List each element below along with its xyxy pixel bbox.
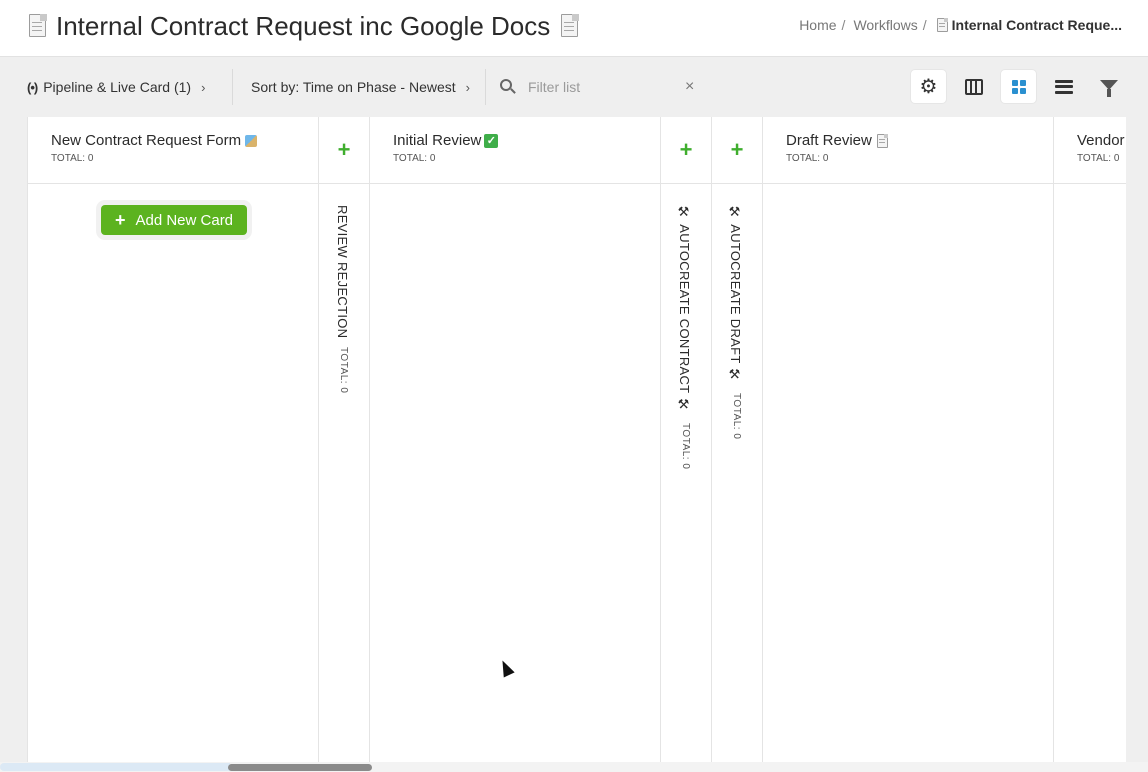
gear-icon: ⚙ (919, 75, 938, 98)
column-header: New Contract Request Form TOTAL: 0 (28, 117, 318, 184)
collapsed-column-title: REVIEW REJECTION (335, 205, 350, 339)
column-title-text: Initial Review (393, 132, 482, 149)
chevron-right-icon: › (201, 79, 206, 95)
tools-icon: ⚒ (677, 397, 692, 413)
column-total: TOTAL: 0 (393, 153, 436, 164)
collapsed-column-title-text: AUTOCREATE CONTRACT (677, 224, 692, 394)
column-total: TOTAL: 0 (51, 153, 94, 164)
breadcrumb: Home / Workflows / Internal Contract Req… (799, 17, 1122, 33)
kanban-board: New Contract Request Form TOTAL: 0 + Add… (0, 117, 1148, 772)
document-icon (26, 13, 48, 39)
add-phase-button[interactable]: + (319, 117, 369, 184)
document-icon (558, 13, 580, 39)
add-phase-button[interactable]: + (712, 117, 762, 184)
column-total: TOTAL: 0 (731, 393, 742, 440)
column-header: Vendor TOTAL: 0 (1054, 117, 1126, 184)
column-header: Initial Review ✓ TOTAL: 0 (370, 117, 660, 184)
filter-input[interactable] (528, 79, 678, 95)
settings-button[interactable]: ⚙ (911, 70, 946, 103)
ballot-box-icon (245, 134, 258, 147)
toolbar-divider (232, 69, 233, 105)
page-title: Internal Contract Request inc Google Doc… (26, 10, 580, 42)
column-title-text: Draft Review (786, 132, 872, 149)
column-new-contract-request-form: New Contract Request Form TOTAL: 0 + Add… (28, 117, 319, 762)
breadcrumb-separator: / (841, 17, 846, 33)
column-title: New Contract Request Form (51, 132, 318, 149)
column-total: TOTAL: 0 (680, 423, 691, 470)
filter-box (500, 71, 700, 103)
column-title: Draft Review (786, 132, 1053, 149)
tools-icon: ⚒ (677, 205, 692, 221)
search-icon (500, 79, 516, 95)
column-title: Vendor (1077, 132, 1125, 149)
breadcrumb-home[interactable]: Home (799, 17, 836, 33)
column-vendor: Vendor TOTAL: 0 (1054, 117, 1126, 762)
funnel-icon (1099, 79, 1118, 97)
sort-label: Sort by: Time on Phase - Newest (251, 79, 456, 95)
list-icon (1054, 79, 1073, 94)
column-title-text: New Contract Request Form (51, 132, 242, 149)
column-total: TOTAL: 0 (786, 153, 829, 164)
tools-icon: ⚒ (728, 367, 743, 383)
add-phase-button[interactable]: + (661, 117, 711, 184)
document-icon (935, 17, 949, 33)
pipeline-live-card-button[interactable]: (•) Pipeline & Live Card (1) › (27, 57, 205, 117)
chevron-right-icon: › (465, 79, 470, 95)
plus-icon: + (114, 209, 126, 230)
toolbar-divider (485, 69, 486, 105)
collapsed-column-title: ⚒ AUTOCREATE DRAFT ⚒ (728, 205, 743, 383)
breadcrumb-workflows[interactable]: Workflows (853, 17, 917, 33)
plus-icon: + (337, 137, 351, 162)
plus-icon: + (679, 137, 693, 162)
broadcast-icon: (•) (27, 79, 38, 95)
list-view-button[interactable] (1046, 70, 1081, 103)
column-total: TOTAL: 0 (1077, 153, 1120, 164)
plus-icon: + (730, 137, 744, 162)
column-total: TOTAL: 0 (338, 347, 349, 394)
columns-view-button[interactable] (956, 70, 991, 103)
column-autocreate-draft[interactable]: + ⚒ AUTOCREATE DRAFT ⚒ TOTAL: 0 (712, 117, 763, 762)
collapsed-column-title-text: AUTOCREATE DRAFT (728, 224, 743, 364)
breadcrumb-separator: / (922, 17, 927, 33)
column-title: Initial Review ✓ (393, 132, 660, 149)
breadcrumb-current: Internal Contract Reque... (935, 17, 1122, 33)
column-header: Draft Review TOTAL: 0 (763, 117, 1053, 184)
filter-button[interactable] (1091, 70, 1126, 103)
scrollbar-thumb[interactable] (228, 764, 372, 771)
check-mark-icon: ✓ (484, 133, 499, 148)
board-view-button[interactable] (1001, 70, 1036, 103)
tools-icon: ⚒ (728, 205, 743, 221)
column-draft-review: Draft Review TOTAL: 0 (763, 117, 1054, 762)
board-columns: New Contract Request Form TOTAL: 0 + Add… (27, 117, 1126, 762)
column-initial-review: Initial Review ✓ TOTAL: 0 (370, 117, 661, 762)
sort-by-button[interactable]: Sort by: Time on Phase - Newest › (251, 57, 470, 117)
horizontal-scrollbar[interactable] (0, 762, 1148, 772)
collapsed-column-title: ⚒ AUTOCREATE CONTRACT ⚒ (677, 205, 692, 413)
document-icon (875, 133, 889, 149)
columns-icon (964, 78, 983, 95)
page-title-text: Internal Contract Request inc Google Doc… (56, 10, 551, 41)
add-new-card-label: Add New Card (135, 211, 234, 229)
scrollbar-track-highlight (0, 763, 230, 771)
column-autocreate-contract[interactable]: + ⚒ AUTOCREATE CONTRACT ⚒ TOTAL: 0 (661, 117, 712, 762)
pipeline-label: Pipeline & Live Card (1) (43, 79, 192, 95)
column-review-rejection[interactable]: + REVIEW REJECTION TOTAL: 0 (319, 117, 370, 762)
clear-filter-icon[interactable]: × (685, 78, 694, 96)
page-header: Internal Contract Request inc Google Doc… (0, 0, 1148, 57)
breadcrumb-current-label: Internal Contract Reque... (951, 17, 1122, 33)
grid-icon (1011, 79, 1026, 94)
add-new-card-button[interactable]: + Add New Card (101, 205, 247, 235)
